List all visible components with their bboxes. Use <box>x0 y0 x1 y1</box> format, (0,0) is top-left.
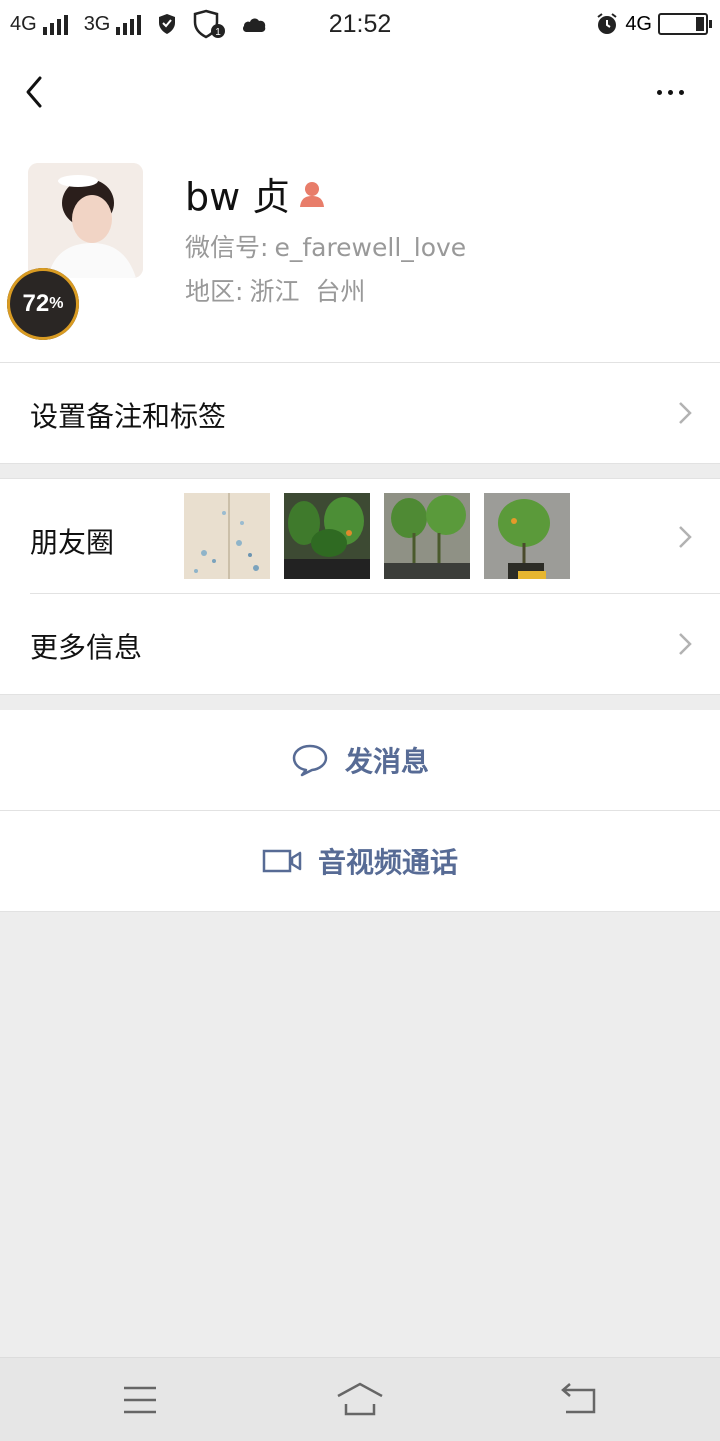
moments-photo-1[interactable] <box>184 493 270 579</box>
send-message-button[interactable]: 发消息 <box>0 710 720 811</box>
video-camera-icon <box>262 849 302 873</box>
chevron-right-icon <box>679 402 692 424</box>
chat-bubble-icon <box>292 744 328 777</box>
moments-photo-4[interactable] <box>484 493 570 579</box>
send-message-label: 发消息 <box>344 745 429 778</box>
female-icon <box>300 181 325 207</box>
more-options-button[interactable] <box>650 82 690 102</box>
top-bar <box>0 50 720 140</box>
moments-thumbnails <box>184 493 570 579</box>
profile-card: 72% bw 贞 微信号: e_farewell_love 地区: 浙江 台州 <box>0 140 720 363</box>
moments-row[interactable]: 朋友圈 <box>0 478 720 594</box>
nav-home-button[interactable] <box>330 1378 390 1422</box>
nav-menu-button[interactable] <box>110 1378 170 1422</box>
region-line: 地区: 浙江 台州 <box>185 272 365 308</box>
profile-name: bw 贞 <box>185 175 291 219</box>
return-icon <box>561 1383 596 1414</box>
region: 浙江 台州 <box>249 277 366 306</box>
more-info-label: 更多信息 <box>30 631 143 664</box>
back-button[interactable] <box>18 70 58 114</box>
system-nav-bar <box>0 1357 720 1441</box>
home-icon <box>337 1382 383 1416</box>
network-type-right: 4G <box>625 12 652 35</box>
chevron-right-icon <box>679 526 692 548</box>
percentage-badge[interactable]: 72% <box>7 268 79 340</box>
badge-value: 72 <box>22 290 50 317</box>
set-remark-row[interactable]: 设置备注和标签 <box>0 363 720 464</box>
region-label: 地区: <box>185 277 244 306</box>
avatar-image <box>28 163 143 278</box>
more-dots-icon <box>656 89 662 95</box>
wechat-id: e_farewell_love <box>274 233 467 262</box>
chevron-right-icon <box>679 633 692 655</box>
status-right: 4G <box>595 10 712 38</box>
more-info-row[interactable]: 更多信息 <box>0 594 720 695</box>
video-call-button[interactable]: 音视频通话 <box>0 811 720 912</box>
name-row: bw 贞 <box>185 166 326 221</box>
wechat-id-label: 微信号: <box>185 233 269 262</box>
avatar[interactable] <box>28 163 143 278</box>
moments-photo-2[interactable] <box>284 493 370 579</box>
battery-icon <box>658 13 712 35</box>
video-call-label: 音视频通话 <box>317 846 458 879</box>
nav-return-button[interactable] <box>550 1378 610 1422</box>
badge-unit: % <box>49 295 64 312</box>
set-remark-label: 设置备注和标签 <box>30 400 227 433</box>
status-bar: 4G 3G 1 21:52 4G <box>0 0 720 50</box>
menu-icon <box>124 1386 156 1414</box>
moments-label: 朋友圈 <box>30 526 115 559</box>
moments-photo-3[interactable] <box>384 493 470 579</box>
alarm-icon <box>597 13 617 34</box>
wechat-id-line: 微信号: e_farewell_love <box>185 228 466 264</box>
chevron-left-icon <box>26 76 42 108</box>
